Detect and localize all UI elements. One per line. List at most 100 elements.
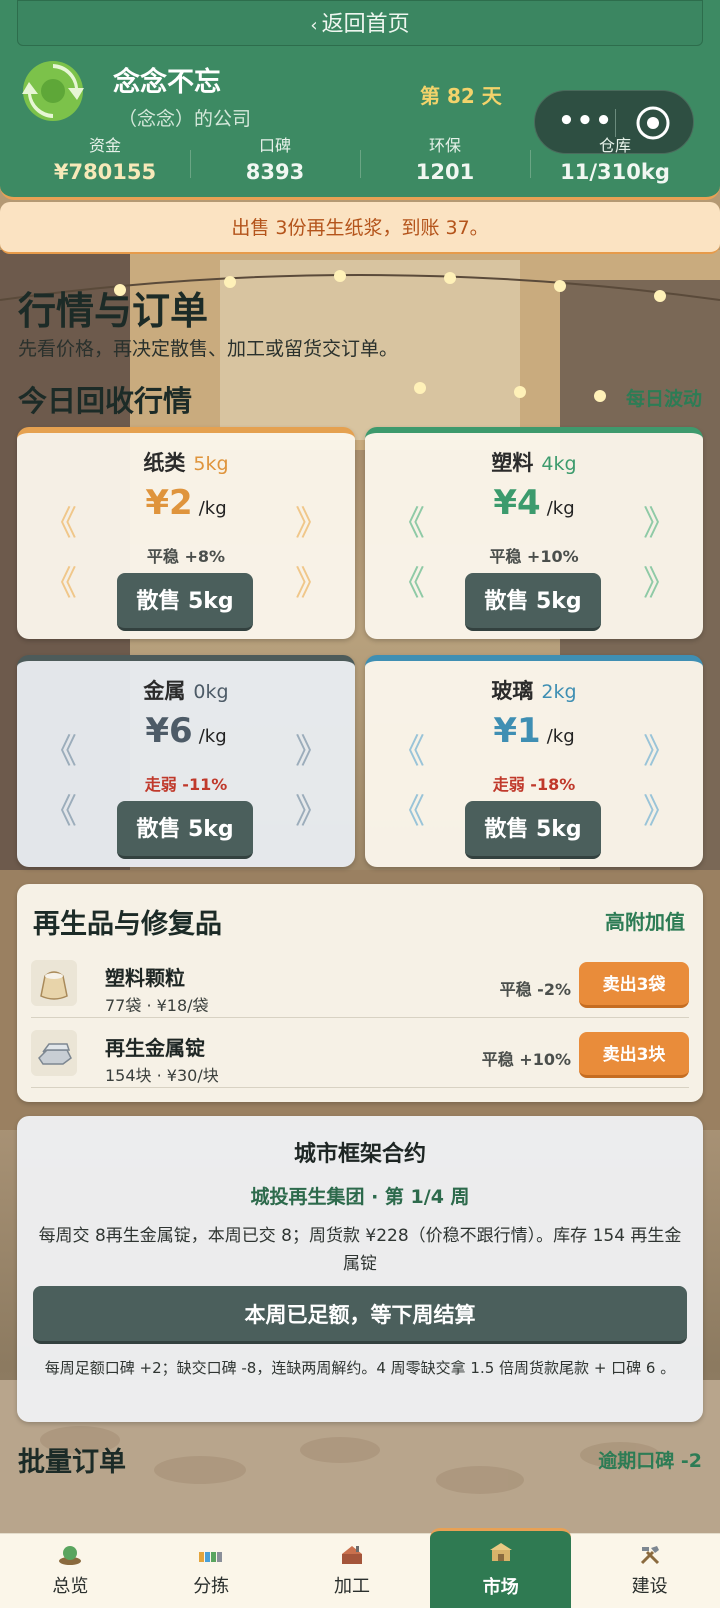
left-ornament-icon: 《 [43, 564, 77, 604]
card-header: 金属 0kg [17, 675, 355, 705]
price-card-paper: 纸类 5kg ¥2/kg 平稳 +8% 《 《 》 》 散售 5kg [17, 427, 355, 639]
price-unit: /kg [546, 726, 575, 747]
sell-plastic-button[interactable]: 散售 5kg [465, 573, 601, 631]
right-ornament-icon: 》 [295, 504, 329, 544]
price-value: ¥4 [493, 483, 541, 523]
stat-label: 环保 [428, 136, 461, 155]
tab-sorting[interactable]: 分拣 [141, 1534, 282, 1608]
stock-qty: 4kg [541, 453, 577, 475]
stat-eco: 环保 1201 [360, 136, 530, 192]
goods-trend: 平稳 +10% [481, 1050, 571, 1069]
list-item: 再生金属锭 154块 · ¥30/块 平稳 +10% 卖出3块 [31, 1026, 689, 1088]
stock-qty: 2kg [541, 681, 577, 703]
price-card-plastic: 塑料 4kg ¥4/kg 平稳 +10% 《 《 》 》 散售 5kg [365, 427, 703, 639]
tab-processing[interactable]: 加工 [282, 1534, 423, 1608]
contract-title: 城市框架合约 [293, 1142, 426, 1167]
stat-label: 资金 [88, 136, 121, 155]
batch-orders-title: 批量订单 [18, 1447, 126, 1478]
ingot-icon [31, 1030, 77, 1076]
price-unit: /kg [198, 498, 227, 519]
material-name: 玻璃 [491, 679, 534, 703]
tab-label: 市场 [482, 1577, 519, 1598]
contract-status-button[interactable]: 本周已足额，等下周结算 [33, 1286, 687, 1344]
stats-bar: 资金 ¥780155 口碑 8393 环保 1201 仓库 11/310kg [20, 136, 700, 192]
goods-meta: 154块 · ¥30/块 [105, 1066, 219, 1085]
sell-paper-button[interactable]: 散售 5kg [117, 573, 253, 631]
sell-pellets-button[interactable]: 卖出3袋 [579, 962, 689, 1008]
stat-warehouse: 仓库 11/310kg [530, 136, 700, 192]
card-header: 玻璃 2kg [365, 675, 703, 705]
tab-overview[interactable]: 总览 [0, 1534, 141, 1608]
day-counter: 第 82 天 [420, 84, 502, 108]
stat-funds: 资金 ¥780155 [20, 136, 190, 192]
market-section-title: 今日回收行情 [18, 384, 193, 418]
sell-metal-button[interactable]: 散售 5kg [117, 801, 253, 859]
right-ornament-icon: 》 [643, 504, 677, 544]
goods-name: 再生金属锭 [105, 1036, 205, 1060]
back-home-button[interactable]: ‹ 返回首页 [17, 0, 703, 46]
card-header: 纸类 5kg [17, 447, 355, 477]
batch-orders-tag: 逾期口碑 -2 [598, 1450, 702, 1472]
left-ornament-icon: 《 [391, 732, 425, 772]
market-tag: 每日波动 [625, 388, 702, 410]
stat-reputation: 口碑 8393 [190, 136, 360, 192]
contract-rules-note: 每周足额口碑 +2；缺交口碑 -8，连缺两周解约。4 周零缺交拿 1.5 倍周货… [44, 1359, 676, 1377]
price-card-glass: 玻璃 2kg ¥1/kg 走弱 -18% 《 《 》 》 散售 5kg [365, 655, 703, 867]
sale-notification: 出售 3份再生纸浆，到账 37。 [0, 202, 720, 254]
tab-label: 加工 [333, 1576, 370, 1597]
price-unit: /kg [198, 726, 227, 747]
right-ornament-icon: 》 [295, 564, 329, 604]
tab-build[interactable]: 建设 [579, 1534, 720, 1608]
price-card-metal: 金属 0kg ¥6/kg 走弱 -11% 《 《 》 》 散售 5kg [17, 655, 355, 867]
sorting-icon [199, 1552, 223, 1562]
sack-icon [31, 960, 77, 1006]
company-owner: （念念）的公司 [118, 108, 252, 130]
sell-ingots-button[interactable]: 卖出3块 [579, 1032, 689, 1078]
stock-qty: 0kg [193, 681, 229, 703]
back-home-label: 返回首页 [321, 12, 410, 37]
market-icon [489, 1543, 512, 1561]
capsule-divider [615, 109, 616, 137]
right-ornament-icon: 》 [643, 564, 677, 604]
tab-label: 分拣 [193, 1576, 230, 1597]
right-ornament-icon: 》 [295, 792, 329, 832]
price-value: ¥2 [145, 483, 193, 523]
left-ornament-icon: 《 [391, 504, 425, 544]
stock-qty: 5kg [193, 453, 229, 475]
list-item: 塑料颗粒 77袋 · ¥18/袋 平稳 -2% 卖出3袋 [31, 956, 689, 1018]
stat-label: 仓库 [598, 136, 631, 155]
goods-trend: 平稳 -2% [499, 980, 571, 999]
page-title: 行情与订单 [18, 289, 209, 333]
bottom-navigation: 总览 分拣 加工 市场 建设 [0, 1528, 720, 1608]
material-name: 纸类 [143, 451, 186, 475]
goods-title: 再生品与修复品 [33, 909, 222, 940]
tab-market[interactable]: 市场 [430, 1528, 572, 1608]
right-ornament-icon: 》 [643, 732, 677, 772]
recycled-goods-panel: 再生品与修复品 高附加值 塑料颗粒 77袋 · ¥18/袋 平稳 -2% 卖出3… [17, 884, 703, 1102]
price-value: ¥1 [493, 711, 541, 751]
price-unit: /kg [546, 498, 575, 519]
contract-description: 每周交 8再生金属锭，本周已交 8；周货款 ¥228（价稳不跟行情）。库存 15… [38, 1226, 682, 1274]
price-value: ¥6 [145, 711, 193, 751]
material-name: 金属 [143, 679, 186, 703]
left-ornament-icon: 《 [43, 504, 77, 544]
tab-label: 建设 [631, 1576, 668, 1597]
chevron-left-icon: ‹ [310, 15, 318, 36]
page-subtitle: 先看价格，再决定散售、加工或留货交订单。 [18, 338, 399, 360]
right-ornament-icon: 》 [295, 732, 329, 772]
right-ornament-icon: 》 [643, 792, 677, 832]
left-ornament-icon: 《 [43, 792, 77, 832]
sell-glass-button[interactable]: 散售 5kg [465, 801, 601, 859]
left-ornament-icon: 《 [391, 564, 425, 604]
goods-tag: 高附加值 [605, 910, 685, 934]
build-icon [640, 1546, 659, 1565]
tab-label: 总览 [52, 1576, 89, 1597]
goods-meta: 77袋 · ¥18/袋 [105, 996, 209, 1015]
stat-value: ¥780155 [53, 160, 157, 184]
company-name: 念念不忘 [113, 67, 221, 98]
left-ornament-icon: 《 [391, 792, 425, 832]
overview-icon [59, 1546, 82, 1565]
stat-value: 11/310kg [560, 160, 670, 184]
processing-icon [341, 1546, 362, 1564]
stat-label: 口碑 [258, 136, 291, 155]
